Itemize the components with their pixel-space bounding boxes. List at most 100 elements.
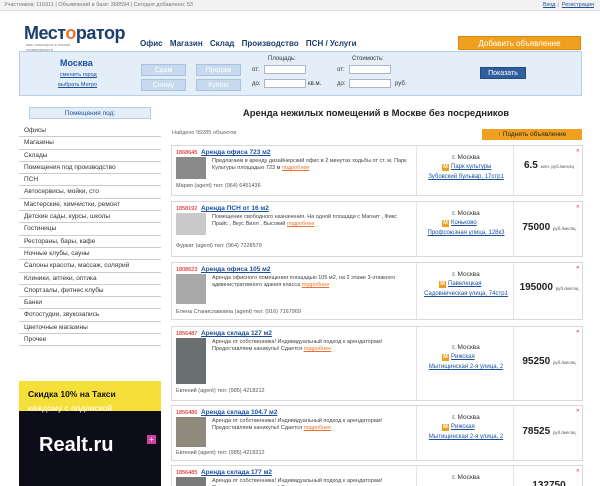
- listing-card[interactable]: 1858192 Аренда ПСН от 16 м2 Помещение св…: [171, 201, 583, 257]
- listing-metro[interactable]: Коньково: [451, 220, 477, 226]
- listing-title[interactable]: Аренда склада 127 м2: [201, 330, 272, 337]
- close-icon[interactable]: ✕: [576, 204, 580, 210]
- listing-card[interactable]: 1868645 Аренда офиса 723 м2 Предлагаем в…: [171, 145, 583, 196]
- close-icon[interactable]: ✕: [576, 329, 580, 335]
- listing-title[interactable]: Аренда склада 177 м2: [201, 469, 272, 476]
- listing-price-unit: руб./месяц: [552, 360, 576, 365]
- register-link[interactable]: Регистрация: [562, 2, 594, 8]
- area-from-input[interactable]: [264, 65, 306, 74]
- area-to-input[interactable]: [264, 79, 306, 88]
- listing-city: г. Москва: [452, 414, 480, 421]
- listing-card[interactable]: 1856486 Аренда склада 104.7 м2 Аренда от…: [171, 405, 583, 461]
- nav-warehouse[interactable]: Склад: [210, 39, 235, 48]
- listing-photo[interactable]: [176, 274, 206, 304]
- listing-title[interactable]: Аренда склада 104.7 м2: [201, 409, 278, 416]
- more-link[interactable]: подробнее: [304, 425, 332, 431]
- rent-out-button[interactable]: Сдам: [141, 64, 186, 76]
- sidebar-item[interactable]: Спортзалы, фитнес клубы: [19, 285, 161, 298]
- listing-id: 1856486: [176, 410, 198, 416]
- show-button[interactable]: Показать: [480, 67, 526, 79]
- close-icon[interactable]: ✕: [576, 148, 580, 154]
- listing-title[interactable]: Аренда ПСН от 16 м2: [201, 205, 269, 212]
- cost-to-input[interactable]: [349, 79, 391, 88]
- site-logo[interactable]: Месторатор: [24, 23, 125, 44]
- listing-photo[interactable]: [176, 417, 206, 447]
- listing-city: г. Москва: [452, 474, 480, 481]
- area-label: Площадь:: [268, 56, 296, 62]
- sidebar-item[interactable]: Склады: [19, 150, 161, 162]
- listing-street[interactable]: Мытищинская 2-я улица, 2: [417, 364, 515, 370]
- sidebar-item[interactable]: Салоны красоты, массаж, солярий: [19, 260, 161, 273]
- sidebar-item[interactable]: Ночные клубы, сауны: [19, 248, 161, 261]
- listing-price: 195000: [519, 282, 553, 293]
- listing-street[interactable]: Профсоюзная улица, 128к3: [417, 230, 515, 236]
- nav-production[interactable]: Производство: [242, 39, 299, 48]
- listing-metro[interactable]: Рижская: [451, 354, 475, 360]
- sidebar-item[interactable]: Автосервисы, мойки, сто: [19, 186, 161, 199]
- close-icon[interactable]: ✕: [576, 468, 580, 474]
- nav-office[interactable]: Офис: [140, 39, 163, 48]
- sidebar-item[interactable]: ПСН: [19, 174, 161, 187]
- sidebar-item[interactable]: Банки: [19, 297, 161, 310]
- more-link[interactable]: подробнее: [287, 221, 315, 227]
- more-link[interactable]: подробнее: [282, 165, 310, 171]
- listing-photo[interactable]: [176, 157, 206, 179]
- sidebar-item[interactable]: Клиники, аптеки, оптика: [19, 273, 161, 285]
- sidebar-header: Помещения под:: [29, 107, 151, 119]
- sidebar-item[interactable]: Магазины: [19, 137, 161, 150]
- listing-title[interactable]: Аренда офиса 105 м2: [201, 266, 271, 273]
- rent-button[interactable]: Сниму: [141, 79, 186, 91]
- listing-photo[interactable]: [176, 213, 206, 235]
- listing-title[interactable]: Аренда офиса 723 м2: [201, 149, 271, 156]
- sidebar-item[interactable]: Рестораны, бары, кафе: [19, 236, 161, 248]
- listing-id: 1856487: [176, 331, 198, 337]
- listing-card[interactable]: 1856487 Аренда склада 127 м2 Аренда от с…: [171, 326, 583, 401]
- listing-metro[interactable]: Парк культуры: [451, 164, 491, 170]
- listing-street[interactable]: Мытищинская 2-я улица, 2: [417, 434, 515, 440]
- sidebar-item[interactable]: Офисы: [19, 125, 161, 138]
- cost-label: Стоимость:: [352, 56, 384, 62]
- listing-photo[interactable]: [176, 477, 206, 486]
- listing-street[interactable]: Садовническая улица, 74стр1: [417, 291, 515, 297]
- cost-from-input[interactable]: [349, 65, 391, 74]
- sidebar-item[interactable]: Помещения под производство: [19, 162, 161, 175]
- listing-metro[interactable]: Павелецкая: [448, 281, 482, 287]
- sidebar-item[interactable]: Цветочные магазины: [19, 322, 161, 335]
- listing-photo[interactable]: [176, 338, 206, 384]
- listing-metro[interactable]: Рижская: [451, 424, 475, 430]
- buy-button[interactable]: Куплю: [196, 79, 241, 91]
- listing-street[interactable]: Зубовский бульвар, 17стр1: [417, 174, 515, 180]
- listing-city: г. Москва: [452, 210, 480, 217]
- listing-price: 75000: [522, 222, 551, 233]
- raise-listing-button[interactable]: ↑ Поднять объявление: [482, 129, 582, 140]
- listing-price-unit: руб./месяц: [555, 286, 579, 291]
- close-icon[interactable]: ✕: [576, 408, 580, 414]
- sell-button[interactable]: Продам: [196, 64, 241, 76]
- listing-price: 132750: [532, 480, 566, 486]
- nav-psn[interactable]: ПСН / Услуги: [306, 39, 357, 48]
- cost-to-label: до:: [337, 81, 346, 87]
- login-link[interactable]: Вход: [543, 2, 555, 8]
- sidebar-item[interactable]: Гостиницы: [19, 223, 161, 236]
- sidebar-item[interactable]: Прочее: [19, 334, 161, 347]
- more-link[interactable]: подробнее: [302, 282, 330, 288]
- nav-shop[interactable]: Магазин: [170, 39, 203, 48]
- more-link[interactable]: подробнее: [304, 346, 332, 352]
- change-city-link[interactable]: сменить город: [60, 72, 97, 78]
- listing-card[interactable]: 1856485 Аренда склада 177 м2 Аренда от с…: [171, 465, 583, 486]
- metro-icon: М: [442, 354, 449, 361]
- listing-id: 1856485: [176, 470, 198, 476]
- cost-from-label: от:: [337, 67, 345, 73]
- category-sidebar: Помещения под: Офисы Магазины Склады Пом…: [19, 107, 161, 347]
- listing-city: г. Москва: [452, 154, 480, 161]
- sidebar-item[interactable]: Фотостудии, звукозапись: [19, 309, 161, 322]
- add-listing-button[interactable]: Добавить объявление: [458, 36, 581, 50]
- choose-metro-link[interactable]: выбрать Метро: [58, 82, 97, 88]
- close-icon[interactable]: ✕: [576, 265, 580, 271]
- sidebar-item[interactable]: Детские сады, курсы, школы: [19, 211, 161, 224]
- sidebar-item[interactable]: Мастерские, химчистки, ремонт: [19, 199, 161, 212]
- listing-id: 1858192: [176, 206, 198, 212]
- listing-card[interactable]: 1808623 Аренда офиса 105 м2 Аренда офисн…: [171, 262, 583, 320]
- ad-banner[interactable]: Скидка 10% на Такси каждому с подпиской …: [19, 381, 161, 486]
- main-nav: Офис Магазин Склад Производство ПСН / Ус…: [140, 39, 362, 48]
